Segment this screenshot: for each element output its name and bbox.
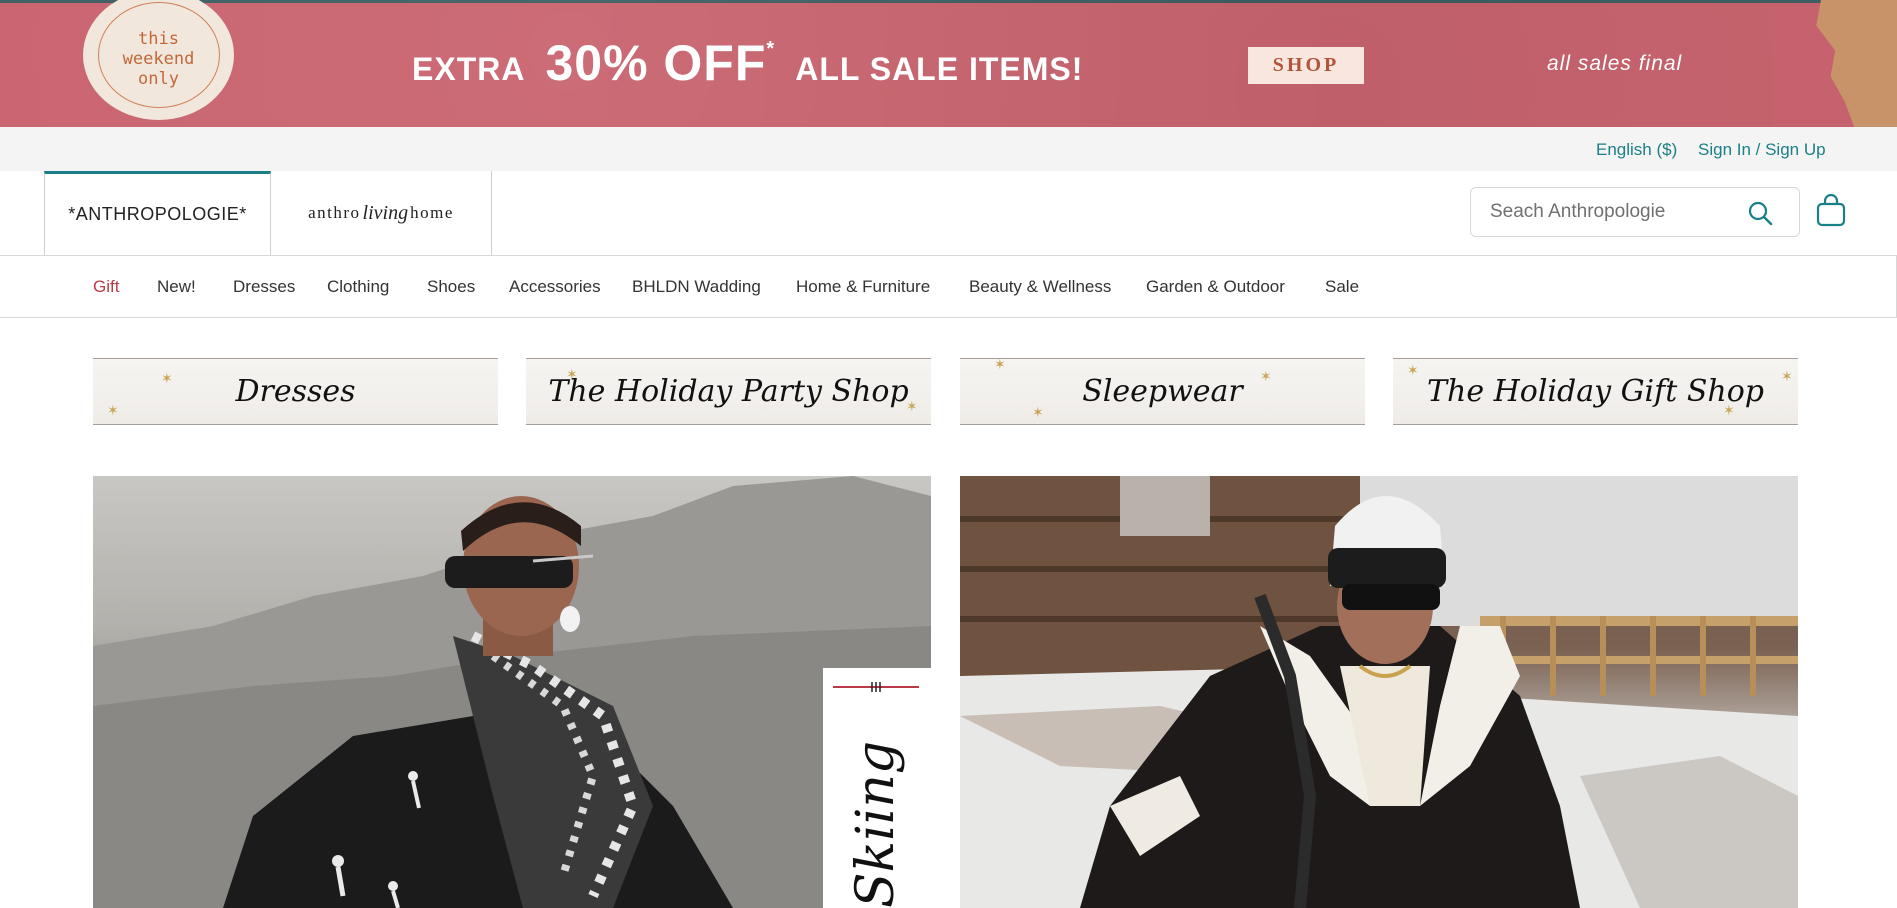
sparkle-icon: ✶ xyxy=(1781,369,1793,385)
promo-banner[interactable]: this weekend only EXTRA 30% OFF* ALL SAL… xyxy=(0,0,1897,127)
hero-overlay-text: Skiing xyxy=(846,741,906,908)
promo-headline: EXTRA 30% OFF* ALL SALE ITEMS! xyxy=(412,34,1083,92)
category-holiday-gift-shop[interactable]: ✶ ✶ ✶ The Holiday Gift Shop xyxy=(1393,358,1798,425)
nav-item-accessories[interactable]: Accessories xyxy=(509,277,601,297)
anthroliving-script: living xyxy=(362,201,409,224)
nav-item-beauty-wellness[interactable]: Beauty & Wellness xyxy=(969,277,1111,297)
nav-item-garden-outdoor[interactable]: Garden & Outdoor xyxy=(1146,277,1285,297)
nav-item-shoes[interactable]: Shoes xyxy=(427,277,475,297)
promo-items: ALL SALE ITEMS! xyxy=(795,51,1084,87)
sparkle-icon: ✶ xyxy=(566,367,578,383)
category-sleepwear[interactable]: ✶ ✶ ✶ Sleepwear xyxy=(960,358,1365,425)
utility-bar: English ($) Sign In / Sign Up xyxy=(0,127,1897,171)
hero-photo-shearling xyxy=(960,476,1798,908)
category-holiday-party-shop[interactable]: ✶ ✶ The Holiday Party Shop xyxy=(526,358,931,425)
search-box[interactable] xyxy=(1470,187,1800,237)
anthroliving-left: anthro xyxy=(308,203,361,222)
hero-image-right[interactable] xyxy=(960,476,1798,908)
stamp-text: this weekend only xyxy=(97,2,220,108)
category-label: Dresses xyxy=(235,374,356,409)
sparkle-icon: ✶ xyxy=(994,358,1006,373)
sparkle-icon: ✶ xyxy=(906,399,918,415)
promo-asterisk: * xyxy=(766,38,776,60)
nav-item-home-furniture[interactable]: Home & Furniture xyxy=(796,277,930,297)
sparkle-icon: ✶ xyxy=(161,371,173,387)
nav-item-gift[interactable]: Gift xyxy=(93,277,119,297)
promo-extra: EXTRA xyxy=(412,51,526,87)
sparkle-icon: ✶ xyxy=(107,403,119,419)
sparkle-icon: ✶ xyxy=(1260,369,1272,385)
anthroliving-right: home xyxy=(410,203,454,222)
search-icon[interactable] xyxy=(1747,200,1773,226)
nav-item-sale[interactable]: Sale xyxy=(1325,277,1359,297)
promo-percent-value: 30% OFF xyxy=(545,35,767,91)
category-dresses[interactable]: ✶ ✶ Dresses xyxy=(93,358,498,425)
search-input[interactable] xyxy=(1471,201,1731,223)
sparkle-icon: ✶ xyxy=(1723,403,1735,419)
signin-link[interactable]: Sign In / Sign Up xyxy=(1698,140,1826,160)
sparkle-icon: ✶ xyxy=(1032,405,1044,421)
nav-item-bhldn[interactable]: BHLDN Wadding xyxy=(632,277,761,297)
main-nav: Gift New! Dresses Clothing Shoes Accesso… xyxy=(0,255,1897,318)
site-header: *ANTHROPOLOGIE* anthro living home xyxy=(0,171,1897,255)
nav-item-new[interactable]: New! xyxy=(157,277,196,297)
category-label: Sleepwear xyxy=(1082,374,1243,409)
shopping-bag-icon[interactable] xyxy=(1816,193,1846,227)
shop-button[interactable]: SHOP xyxy=(1248,47,1364,84)
sparkle-icon: ✶ xyxy=(1407,363,1419,379)
nav-item-dresses[interactable]: Dresses xyxy=(233,277,295,297)
hero-image-left[interactable]: Skiing xyxy=(93,476,931,908)
nav-item-clothing[interactable]: Clothing xyxy=(327,277,389,297)
promo-percent: 30% OFF* xyxy=(545,34,775,92)
hero-photo-skier: Skiing xyxy=(93,476,931,908)
category-label: The Holiday Party Shop xyxy=(548,374,909,409)
language-selector[interactable]: English ($) xyxy=(1596,140,1677,160)
brand-tab-anthropologie[interactable]: *ANTHROPOLOGIE* xyxy=(44,171,271,255)
final-note: all sales final xyxy=(1547,52,1683,75)
brand-tab-anthroliving[interactable]: anthro living home xyxy=(271,171,492,255)
category-label: The Holiday Gift Shop xyxy=(1426,374,1764,409)
